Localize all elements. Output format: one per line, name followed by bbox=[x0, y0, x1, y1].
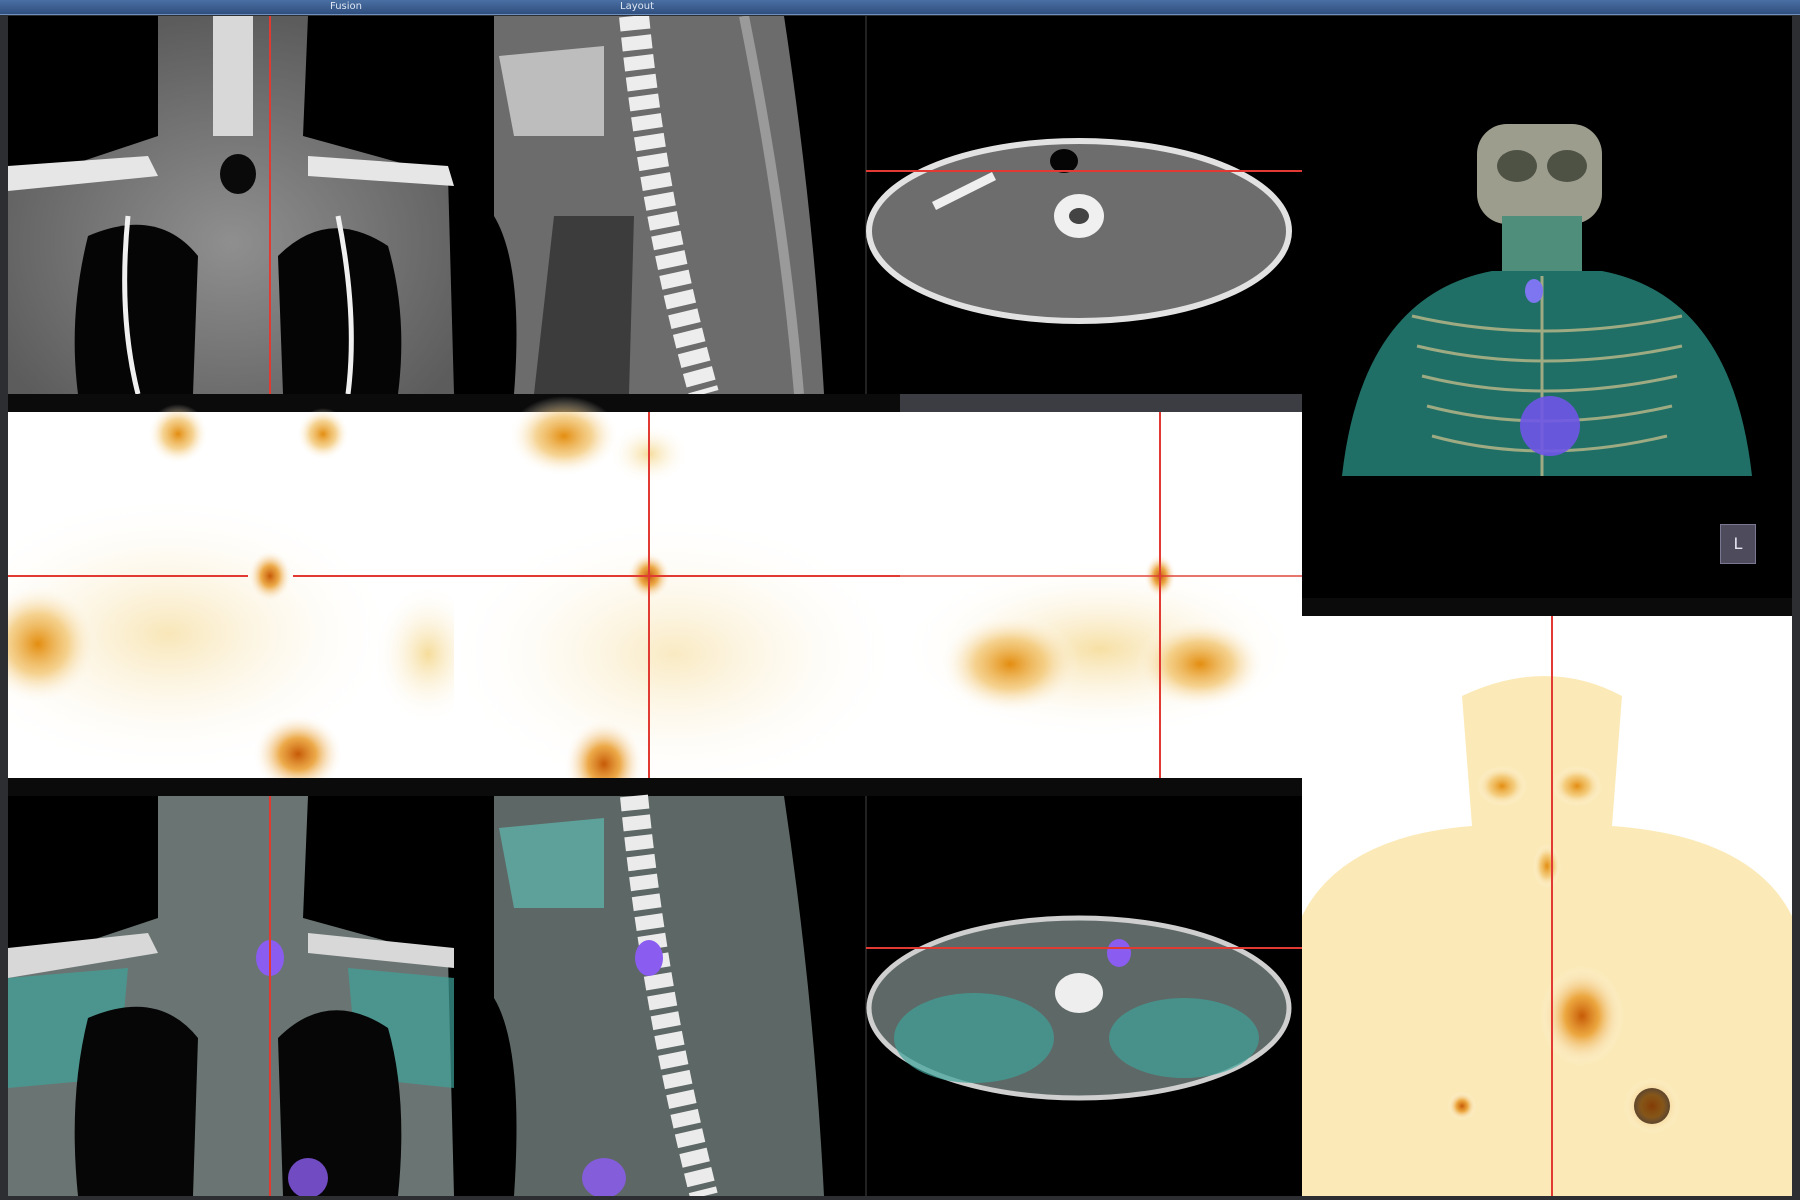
mip-viewport[interactable] bbox=[1302, 616, 1792, 1196]
pet-sagittal-viewport[interactable] bbox=[454, 394, 900, 778]
ct-sagittal-viewport[interactable] bbox=[454, 16, 854, 394]
viewport-grid: L bbox=[8, 16, 1792, 1196]
mip-header-label bbox=[1302, 598, 1792, 616]
toolbar-label-fusion[interactable]: Fusion bbox=[330, 0, 362, 13]
pet-axial-viewport[interactable] bbox=[900, 394, 1302, 778]
toolbar-label-layout[interactable]: Layout bbox=[620, 0, 654, 13]
fused-axial-viewport[interactable] bbox=[854, 778, 1302, 1196]
viewer-app: Fusion Layout L bbox=[0, 0, 1800, 1200]
top-toolbar: Fusion Layout bbox=[0, 0, 1800, 15]
ct-coronal-viewport[interactable] bbox=[8, 16, 454, 394]
fused-coronal-viewport[interactable] bbox=[8, 778, 454, 1196]
pet-coronal-viewport[interactable] bbox=[8, 394, 454, 778]
ct-axial-viewport[interactable] bbox=[854, 16, 1302, 394]
fused-sagittal-viewport[interactable] bbox=[454, 778, 854, 1196]
volume-render-viewport[interactable]: L bbox=[1302, 16, 1792, 616]
orientation-cube-button[interactable]: L bbox=[1720, 524, 1756, 564]
